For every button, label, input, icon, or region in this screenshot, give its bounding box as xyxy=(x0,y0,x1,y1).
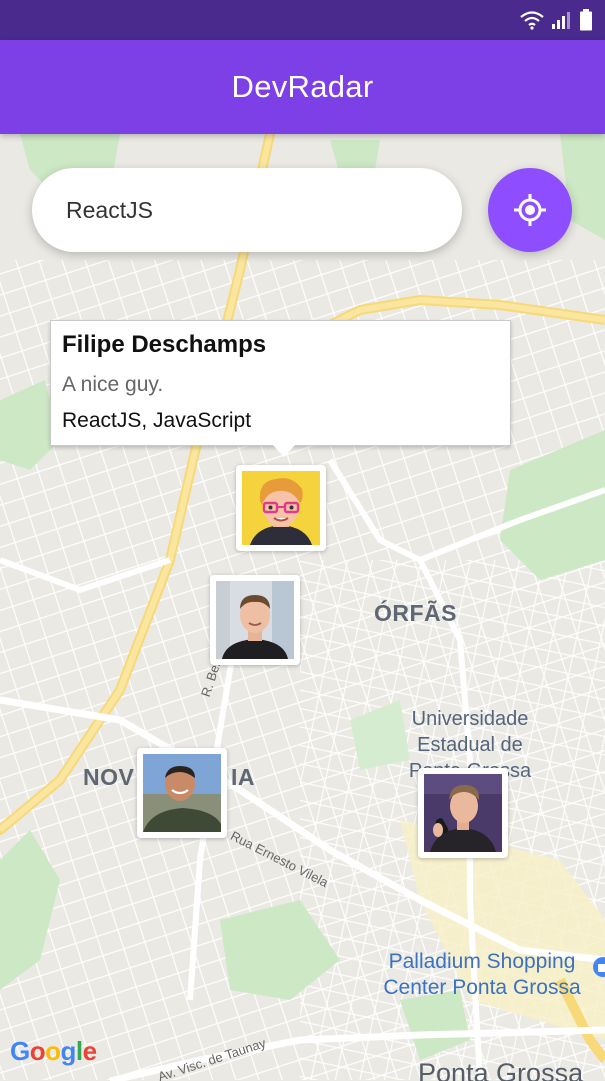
google-letter-l: l xyxy=(75,1036,83,1066)
university-line-2: Estadual de xyxy=(417,734,523,756)
map-label-ia: IA xyxy=(231,764,255,790)
google-logo[interactable]: Google xyxy=(10,1036,97,1067)
google-letter-e: e xyxy=(82,1036,97,1066)
signal-icon xyxy=(552,12,570,29)
mall-line-1: Palladium Shopping xyxy=(388,950,576,973)
university-line-1: Universidade xyxy=(411,708,529,730)
dev-callout[interactable]: Filipe Deschamps A nice guy. ReactJS, Ja… xyxy=(50,320,511,457)
app-title: DevRadar xyxy=(231,69,374,104)
map-label-city: Ponta Grossa xyxy=(418,1058,584,1081)
search-bar[interactable] xyxy=(32,168,462,252)
dev-techs: ReactJS, JavaScript xyxy=(62,409,252,432)
dev-marker-2[interactable] xyxy=(210,575,300,665)
google-letter-g2: g xyxy=(60,1036,77,1066)
locate-button[interactable] xyxy=(488,168,572,252)
crosshair-icon xyxy=(514,194,546,226)
map-label-nov: NOV xyxy=(83,764,135,790)
mall-line-2: Center Ponta Grossa xyxy=(383,976,581,999)
google-letter-g: G xyxy=(10,1036,30,1066)
battery-icon xyxy=(580,9,592,31)
map-label-orfas: ÓRFÃS xyxy=(374,600,457,626)
dev-marker-3[interactable] xyxy=(137,748,227,838)
google-letter-o1: o xyxy=(29,1036,46,1066)
google-letter-o2: o xyxy=(45,1036,61,1066)
shopping-pin-icon xyxy=(593,957,605,977)
dev-marker-filipe[interactable] xyxy=(236,465,326,551)
avatar xyxy=(143,754,221,832)
status-bar xyxy=(0,0,605,40)
status-icons xyxy=(519,8,593,32)
map-label-mall: Palladium Shopping Center Ponta Grossa xyxy=(378,949,586,1001)
avatar xyxy=(216,581,294,659)
dev-marker-4[interactable] xyxy=(418,768,508,858)
map-background xyxy=(0,134,605,1081)
map-view[interactable]: ÓRFÃS NOV IA Universidade Estadual de Po… xyxy=(0,134,605,1081)
dev-name: Filipe Deschamps xyxy=(62,331,267,358)
app-bar: DevRadar xyxy=(0,40,605,134)
dev-bio: A nice guy. xyxy=(62,373,164,396)
search-input[interactable] xyxy=(66,196,426,224)
avatar xyxy=(242,471,320,545)
wifi-icon xyxy=(520,11,544,30)
avatar xyxy=(424,774,502,852)
